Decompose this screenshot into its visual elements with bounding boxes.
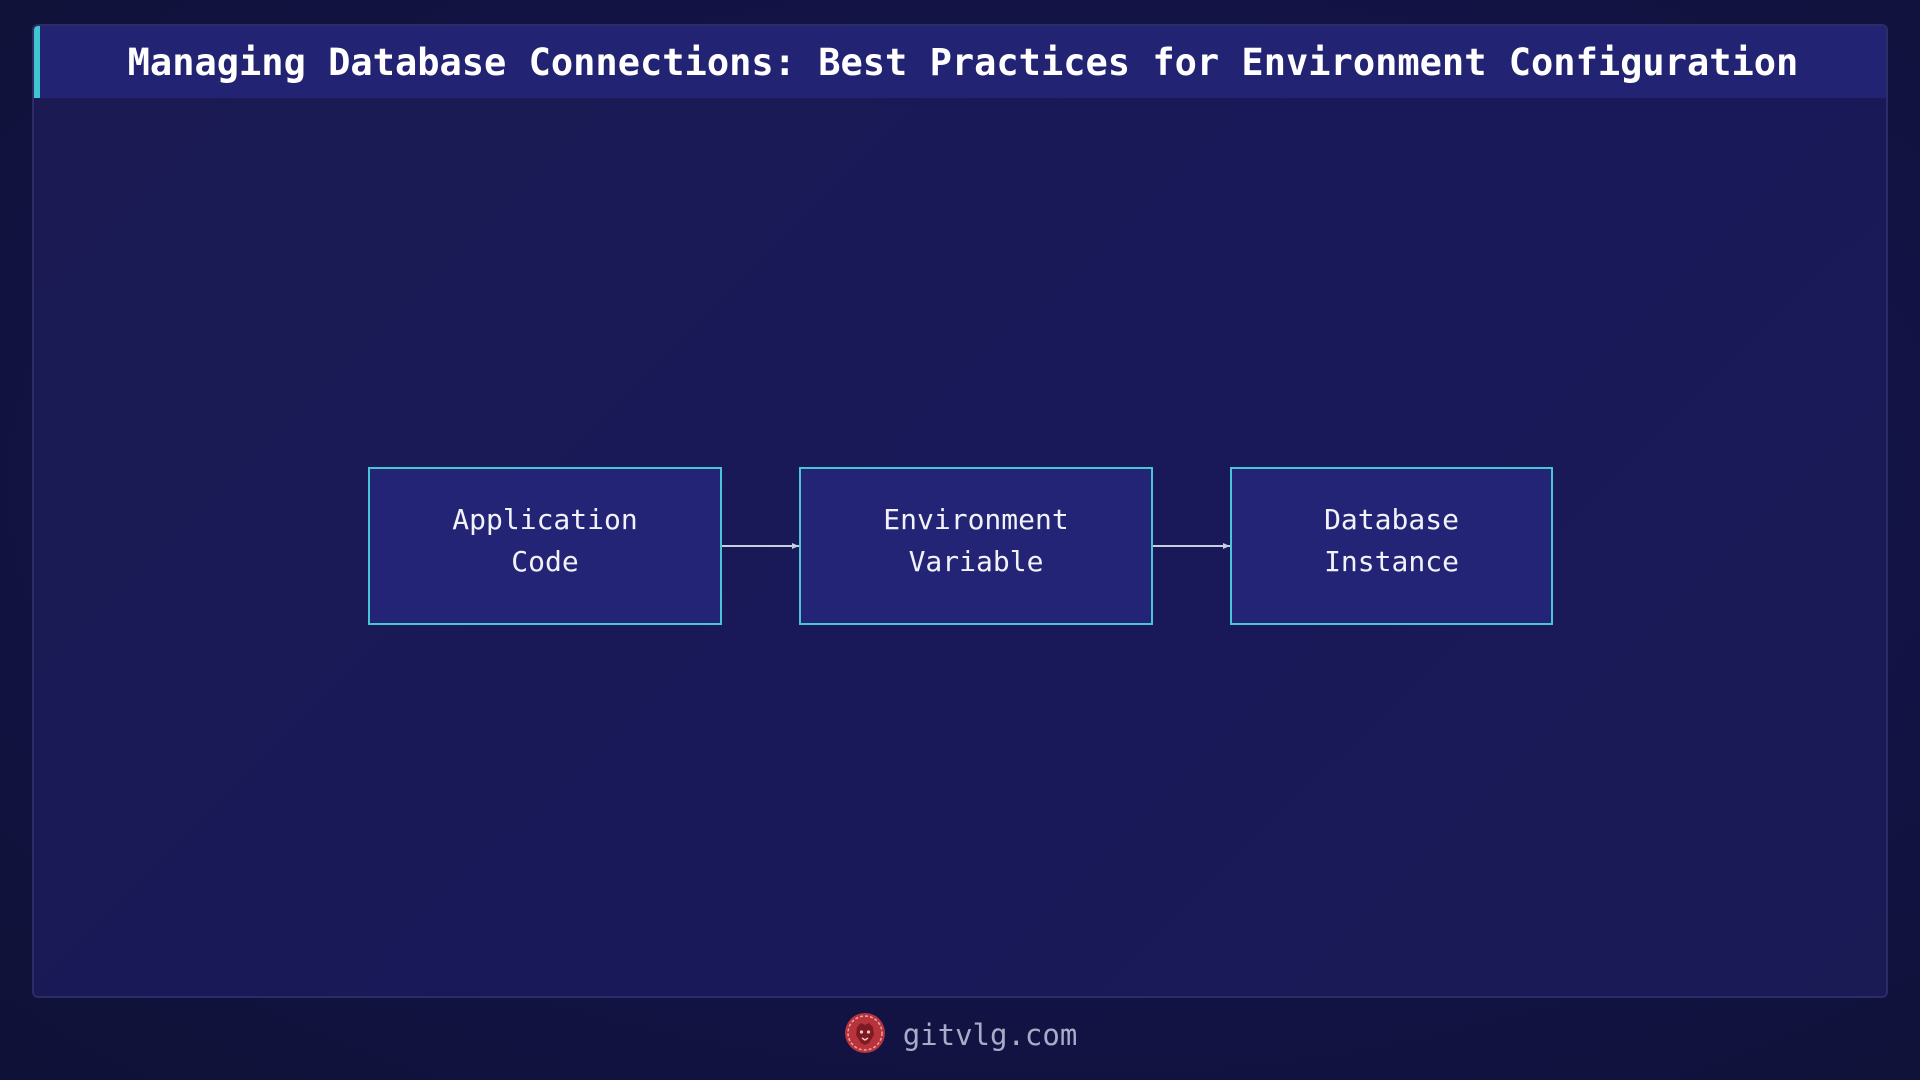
node-label: Application Code bbox=[452, 503, 638, 578]
title-bar: Managing Database Connections: Best Prac… bbox=[34, 26, 1886, 98]
page-title: Managing Database Connections: Best Prac… bbox=[127, 40, 1799, 84]
node-application-code[interactable]: Application Code bbox=[368, 467, 722, 625]
lion-logo-icon bbox=[843, 1011, 887, 1059]
node-label: Database Instance bbox=[1324, 503, 1459, 578]
node-database-instance[interactable]: Database Instance bbox=[1230, 467, 1553, 625]
footer: gitvlg.com bbox=[0, 1010, 1920, 1060]
footer-site-link[interactable]: gitvlg.com bbox=[903, 1018, 1078, 1052]
node-label: Environment Variable bbox=[883, 503, 1069, 578]
node-environment-variable[interactable]: Environment Variable bbox=[799, 467, 1153, 625]
